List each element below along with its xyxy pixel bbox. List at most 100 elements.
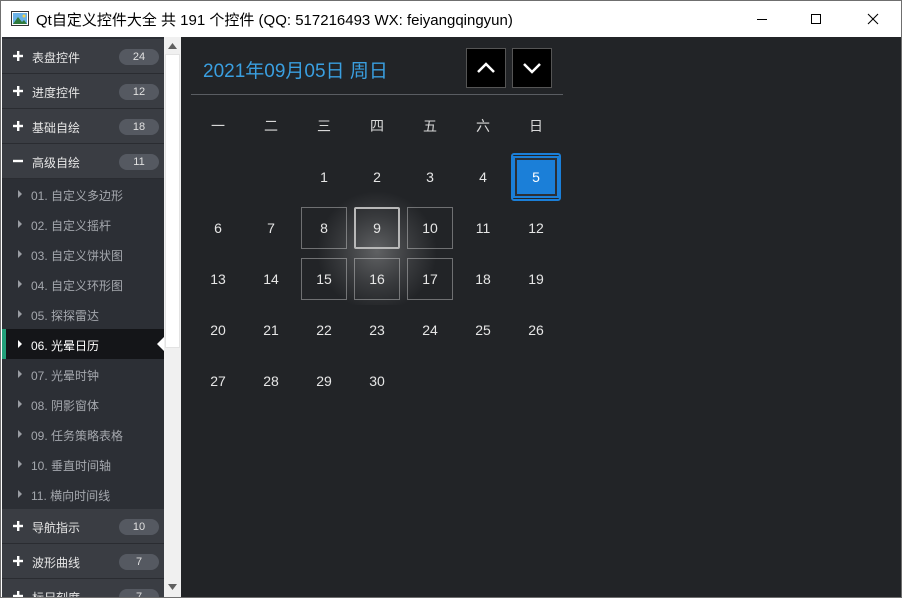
weekday-header: 一 <box>211 118 225 134</box>
sidebar-group-basic[interactable]: 基础自绘 18 <box>2 109 164 144</box>
day-cell[interactable]: 28 <box>248 360 294 402</box>
sidebar-item-label: 05. 探探雷达 <box>31 309 100 323</box>
sidebar-group-advanced[interactable]: 高级自绘 11 <box>2 144 164 179</box>
sidebar-item-vertical-timeline[interactable]: 10. 垂直时间轴 <box>2 449 164 479</box>
day-cell[interactable]: 26 <box>513 309 559 351</box>
count-badge: 18 <box>119 119 159 135</box>
active-indicator <box>2 329 6 359</box>
day-cell[interactable]: 2 <box>354 156 400 198</box>
sidebar-item-halo-clock[interactable]: 07. 光晕时钟 <box>2 359 164 389</box>
scroll-up-icon[interactable] <box>168 43 177 49</box>
day-cell[interactable]: 29 <box>301 360 347 402</box>
next-month-button[interactable] <box>512 48 552 88</box>
sidebar-group-label: 表盘控件 <box>32 51 81 65</box>
day-cell[interactable]: 24 <box>407 309 453 351</box>
sidebar-group-label: 标尺刻度 <box>32 591 81 598</box>
sidebar-group-dial[interactable]: 表盘控件 24 <box>2 39 164 74</box>
sidebar-item-halo-calendar[interactable]: 06. 光晕日历 <box>2 329 164 359</box>
day-cell[interactable]: 11 <box>460 207 506 249</box>
day-cell[interactable]: 18 <box>460 258 506 300</box>
window-title: Qt自定义控件大全 共 191 个控件 (QQ: 517216493 WX: f… <box>36 12 513 29</box>
sidebar-group-ruler[interactable]: 标尺刻度 7 <box>2 579 164 598</box>
plus-icon <box>13 591 23 597</box>
sidebar-item-shadow-window[interactable]: 08. 阴影窗体 <box>2 389 164 419</box>
day-cell[interactable]: 19 <box>513 258 559 300</box>
sidebar-item-label: 01. 自定义多边形 <box>31 189 124 203</box>
day-cell[interactable]: 21 <box>248 309 294 351</box>
count-badge: 7 <box>119 589 159 597</box>
sidebar-item-polygon[interactable]: 01. 自定义多边形 <box>2 179 164 209</box>
sidebar-group-wave[interactable]: 波形曲线 7 <box>2 544 164 579</box>
weekday-header: 六 <box>476 118 490 134</box>
calendar-panel: 2021年09月05日 周日 一二三四五六日 1 2 3 4 5 6 7 8 9 10 11 12 13 1… <box>181 37 901 597</box>
day-cell[interactable]: 5 <box>513 156 559 198</box>
day-cell[interactable]: 12 <box>513 207 559 249</box>
weekday-header: 四 <box>370 118 384 134</box>
title-bar[interactable]: Qt自定义控件大全 共 191 个控件 (QQ: 517216493 WX: f… <box>1 1 901 37</box>
sidebar-group-navigation[interactable]: 导航指示 10 <box>2 509 164 544</box>
day-cell[interactable]: 7 <box>248 207 294 249</box>
day-cell[interactable]: 17 <box>407 258 453 300</box>
count-badge: 12 <box>119 84 159 100</box>
day-cell[interactable]: 13 <box>195 258 241 300</box>
sidebar-group-progress[interactable]: 进度控件 12 <box>2 74 164 109</box>
sidebar-item-label: 03. 自定义饼状图 <box>31 249 124 263</box>
close-button[interactable] <box>844 1 901 37</box>
current-date-label: 2021年09月05日 周日 <box>203 61 388 82</box>
chevron-up-icon <box>477 62 495 73</box>
day-cell[interactable]: 4 <box>460 156 506 198</box>
sidebar-item-label: 07. 光晕时钟 <box>31 369 100 383</box>
scrollbar-thumb[interactable] <box>165 54 180 348</box>
caret-right-icon <box>18 280 22 288</box>
sidebar-item-label: 09. 任务策略表格 <box>31 429 124 443</box>
sidebar-group-label: 导航指示 <box>32 521 81 535</box>
sidebar-item-radar[interactable]: 05. 探探雷达 <box>2 299 164 329</box>
plus-icon <box>13 51 23 61</box>
sidebar-item-ring-chart[interactable]: 04. 自定义环形图 <box>2 269 164 299</box>
day-cell[interactable]: 6 <box>195 207 241 249</box>
scroll-down-icon[interactable] <box>168 584 177 590</box>
plus-icon <box>13 521 23 531</box>
app-window: Qt自定义控件大全 共 191 个控件 (QQ: 517216493 WX: f… <box>0 0 902 598</box>
day-cell[interactable]: 9 <box>354 207 400 249</box>
day-cell[interactable]: 22 <box>301 309 347 351</box>
day-cell[interactable]: 25 <box>460 309 506 351</box>
sidebar-item-pie-chart[interactable]: 03. 自定义饼状图 <box>2 239 164 269</box>
day-cell[interactable]: 10 <box>407 207 453 249</box>
weekday-header: 三 <box>317 118 331 134</box>
caret-right-icon <box>18 310 22 318</box>
sidebar-group-label: 基础自绘 <box>32 121 81 135</box>
selection-pointer <box>157 337 164 351</box>
day-cell[interactable]: 1 <box>301 156 347 198</box>
day-cell[interactable]: 23 <box>354 309 400 351</box>
sidebar-item-label: 04. 自定义环形图 <box>31 279 124 293</box>
day-cell[interactable]: 30 <box>354 360 400 402</box>
day-cell[interactable]: 15 <box>301 258 347 300</box>
sidebar-item-task-table[interactable]: 09. 任务策略表格 <box>2 419 164 449</box>
app-icon <box>11 11 29 26</box>
count-badge: 7 <box>119 554 159 570</box>
maximize-button[interactable] <box>787 1 845 37</box>
day-cell[interactable]: 16 <box>354 258 400 300</box>
day-cell[interactable]: 8 <box>301 207 347 249</box>
caret-right-icon <box>18 340 22 348</box>
day-cell[interactable]: 14 <box>248 258 294 300</box>
count-badge: 24 <box>119 49 159 65</box>
sidebar-scrollbar[interactable] <box>164 37 181 597</box>
count-badge: 10 <box>119 519 159 535</box>
empty-day-cell <box>460 360 506 402</box>
sidebar-item-horizontal-timeline[interactable]: 11. 横向时间线 <box>2 479 164 509</box>
sidebar-group-label: 进度控件 <box>32 86 81 100</box>
minimize-button[interactable] <box>733 1 791 37</box>
sidebar-item-joystick[interactable]: 02. 自定义摇杆 <box>2 209 164 239</box>
prev-month-button[interactable] <box>466 48 506 88</box>
day-cell[interactable]: 3 <box>407 156 453 198</box>
day-cell[interactable]: 27 <box>195 360 241 402</box>
empty-day-cell <box>195 156 241 198</box>
maximize-icon <box>811 14 821 24</box>
day-cell[interactable]: 20 <box>195 309 241 351</box>
plus-icon <box>13 121 23 131</box>
caret-right-icon <box>18 370 22 378</box>
sidebar-item-label: 02. 自定义摇杆 <box>31 219 112 233</box>
empty-day-cell <box>513 360 559 402</box>
